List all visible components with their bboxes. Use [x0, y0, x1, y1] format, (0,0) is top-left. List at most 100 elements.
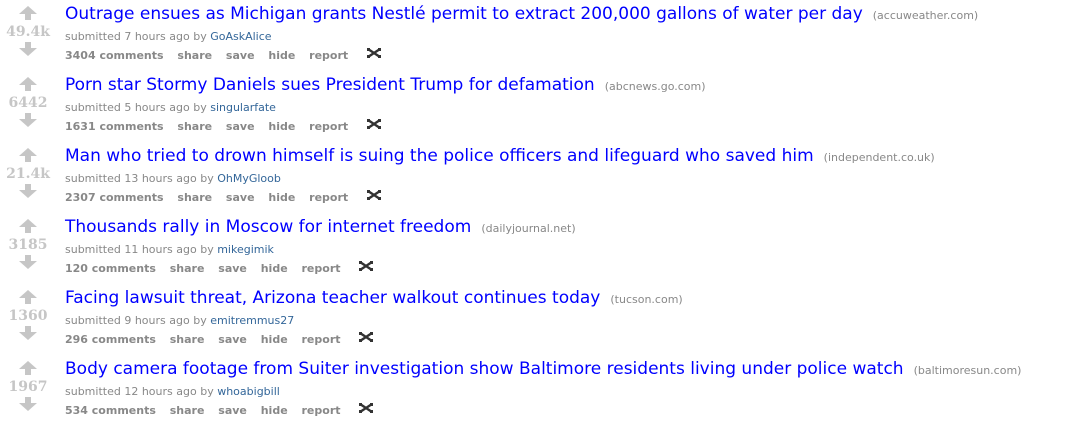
upvote-arrow-icon[interactable] [18, 290, 38, 304]
post-item: 1360 Facing lawsuit threat, Arizona teac… [0, 288, 1088, 356]
share-button[interactable]: share [177, 120, 212, 133]
save-button[interactable]: save [218, 262, 247, 275]
share-button[interactable]: share [177, 191, 212, 204]
downvote-arrow-icon[interactable] [18, 397, 38, 411]
comments-link[interactable]: 3404 comments [65, 49, 164, 62]
save-button[interactable]: save [226, 191, 255, 204]
post-title-link[interactable]: Outrage ensues as Michigan grants Nestlé… [65, 4, 863, 24]
post-title-link[interactable]: Man who tried to drown himself is suing … [65, 146, 814, 166]
hide-button[interactable]: hide [268, 49, 295, 62]
post-tagline: submitted 12 hours ago by whoabigbill [65, 385, 1088, 402]
post-entry: Body camera footage from Suiter investig… [65, 359, 1088, 418]
save-button[interactable]: save [218, 333, 247, 346]
author-link[interactable]: emitremmus27 [210, 314, 294, 327]
post-tagline: submitted 5 hours ago by singularfate [65, 101, 1088, 118]
downvote-arrow-icon[interactable] [18, 42, 38, 56]
post-buttons: 3404 comments share save hide report [65, 47, 1088, 63]
vote-column: 3185 [0, 217, 56, 285]
post-buttons: 1631 comments share save hide report [65, 118, 1088, 134]
post-buttons: 296 comments share save hide report [65, 331, 1088, 347]
post-title-link[interactable]: Thousands rally in Moscow for internet f… [65, 217, 471, 237]
crosspost-icon[interactable] [358, 402, 374, 419]
report-button[interactable]: report [309, 120, 348, 133]
post-entry: Facing lawsuit threat, Arizona teacher w… [65, 288, 1088, 347]
submitted-label: submitted [65, 385, 121, 398]
hide-button[interactable]: hide [268, 191, 295, 204]
comments-link[interactable]: 1631 comments [65, 120, 164, 133]
post-domain[interactable]: (accuweather.com) [873, 9, 978, 22]
hide-button[interactable]: hide [268, 120, 295, 133]
post-item: 3185 Thousands rally in Moscow for inter… [0, 217, 1088, 285]
save-button[interactable]: save [218, 404, 247, 417]
post-title-link[interactable]: Porn star Stormy Daniels sues President … [65, 75, 595, 95]
report-button[interactable]: report [309, 191, 348, 204]
hide-button[interactable]: hide [261, 262, 288, 275]
author-link[interactable]: GoAskAlice [210, 30, 271, 43]
save-button[interactable]: save [226, 120, 255, 133]
crosspost-icon[interactable] [358, 331, 374, 348]
report-button[interactable]: report [302, 262, 341, 275]
post-title-link[interactable]: Body camera footage from Suiter investig… [65, 359, 904, 379]
submitted-label: submitted [65, 30, 121, 43]
post-domain[interactable]: (independent.co.uk) [824, 151, 935, 164]
report-button[interactable]: report [302, 333, 341, 346]
crosspost-icon[interactable] [366, 118, 382, 135]
post-tagline: submitted 13 hours ago by OhMyGloob [65, 172, 1088, 189]
crosspost-icon[interactable] [366, 47, 382, 64]
vote-column: 1967 [0, 359, 56, 427]
crosspost-icon[interactable] [366, 189, 382, 206]
post-tagline: submitted 7 hours ago by GoAskAlice [65, 30, 1088, 47]
vote-column: 21.4k [0, 146, 56, 214]
downvote-arrow-icon[interactable] [18, 326, 38, 340]
post-list: 49.4k Outrage ensues as Michigan grants … [0, 0, 1088, 430]
downvote-arrow-icon[interactable] [18, 255, 38, 269]
post-title-link[interactable]: Facing lawsuit threat, Arizona teacher w… [65, 288, 600, 308]
post-item: 21.4k Man who tried to drown himself is … [0, 146, 1088, 214]
upvote-arrow-icon[interactable] [18, 361, 38, 375]
post-domain[interactable]: (abcnews.go.com) [605, 80, 706, 93]
vote-column: 1360 [0, 288, 56, 356]
post-item: 49.4k Outrage ensues as Michigan grants … [0, 4, 1088, 72]
comments-link[interactable]: 296 comments [65, 333, 156, 346]
upvote-arrow-icon[interactable] [18, 148, 38, 162]
author-link[interactable]: OhMyGloob [217, 172, 281, 185]
post-buttons: 120 comments share save hide report [65, 260, 1088, 276]
share-button[interactable]: share [170, 333, 205, 346]
submitted-label: submitted [65, 314, 121, 327]
score: 49.4k [6, 24, 50, 40]
submitted-time: 9 hours ago [124, 314, 190, 327]
score: 21.4k [6, 166, 50, 182]
share-button[interactable]: share [170, 262, 205, 275]
author-link[interactable]: mikegimik [217, 243, 274, 256]
by-label: by [193, 314, 207, 327]
post-entry: Thousands rally in Moscow for internet f… [65, 217, 1088, 276]
submitted-time: 11 hours ago [124, 243, 197, 256]
comments-link[interactable]: 534 comments [65, 404, 156, 417]
report-button[interactable]: report [302, 404, 341, 417]
upvote-arrow-icon[interactable] [18, 6, 38, 20]
downvote-arrow-icon[interactable] [18, 184, 38, 198]
by-label: by [193, 30, 207, 43]
post-domain[interactable]: (tucson.com) [610, 293, 682, 306]
hide-button[interactable]: hide [261, 404, 288, 417]
save-button[interactable]: save [226, 49, 255, 62]
upvote-arrow-icon[interactable] [18, 77, 38, 91]
comments-link[interactable]: 2307 comments [65, 191, 164, 204]
score: 6442 [8, 95, 48, 111]
by-label: by [200, 385, 214, 398]
post-domain[interactable]: (baltimoresun.com) [914, 364, 1022, 377]
crosspost-icon[interactable] [358, 260, 374, 277]
upvote-arrow-icon[interactable] [18, 219, 38, 233]
hide-button[interactable]: hide [261, 333, 288, 346]
post-entry: Man who tried to drown himself is suing … [65, 146, 1088, 205]
author-link[interactable]: singularfate [210, 101, 276, 114]
post-domain[interactable]: (dailyjournal.net) [481, 222, 575, 235]
downvote-arrow-icon[interactable] [18, 113, 38, 127]
report-button[interactable]: report [309, 49, 348, 62]
comments-link[interactable]: 120 comments [65, 262, 156, 275]
post-buttons: 2307 comments share save hide report [65, 189, 1088, 205]
author-link[interactable]: whoabigbill [217, 385, 280, 398]
share-button[interactable]: share [170, 404, 205, 417]
share-button[interactable]: share [177, 49, 212, 62]
post-item: 6442 Porn star Stormy Daniels sues Presi… [0, 75, 1088, 143]
